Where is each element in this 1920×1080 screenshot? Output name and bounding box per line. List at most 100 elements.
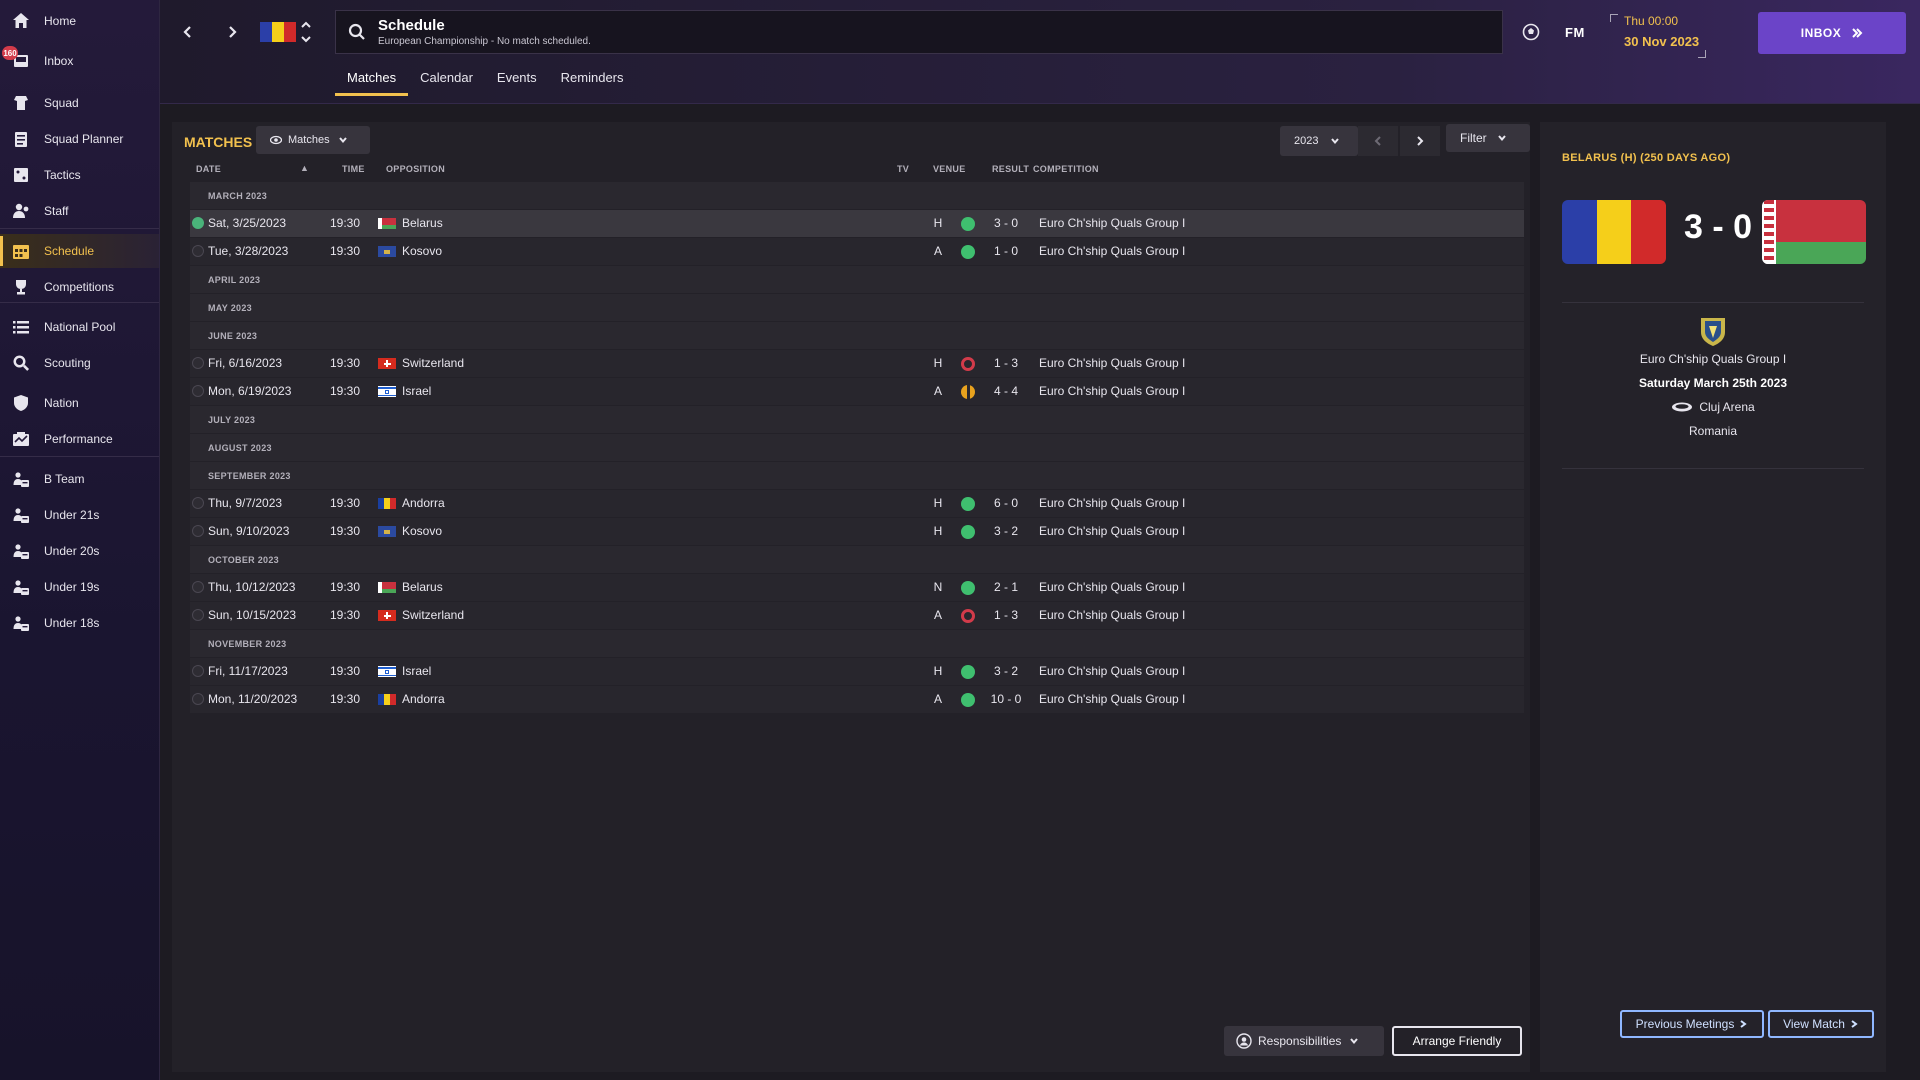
row-select-checkbox[interactable]: [192, 693, 204, 705]
row-select-checkbox[interactable]: [192, 385, 204, 397]
match-competition[interactable]: Euro Ch'ship Quals Group I: [1039, 524, 1185, 538]
match-row[interactable]: Mon, 6/19/2023 19:30 Israel A 4 - 4 Euro Ch's…: [190, 378, 1524, 405]
opponent-name[interactable]: Kosovo: [402, 244, 442, 258]
row-select-checkbox[interactable]: [192, 357, 204, 369]
prev-year-button[interactable]: [1358, 126, 1398, 156]
row-select-checkbox[interactable]: [192, 665, 204, 677]
tab-events[interactable]: Events: [485, 70, 549, 96]
forward-button[interactable]: [220, 20, 244, 44]
opponent-name[interactable]: Belarus: [402, 580, 443, 594]
opponent-name[interactable]: Israel: [402, 664, 431, 678]
filter-dropdown[interactable]: Filter: [1446, 124, 1530, 152]
search-box[interactable]: Schedule European Championship - No matc…: [335, 10, 1503, 54]
sidebar-item-home[interactable]: Home: [0, 4, 159, 38]
tab-matches[interactable]: Matches: [335, 70, 409, 96]
opponent-name[interactable]: Belarus: [402, 216, 443, 230]
back-button[interactable]: [176, 20, 200, 44]
col-tv[interactable]: TV: [897, 164, 909, 174]
opponent-name[interactable]: Kosovo: [402, 524, 442, 538]
col-date[interactable]: DATE: [196, 164, 221, 174]
fm-button[interactable]: FM: [1565, 25, 1585, 40]
opponent-name[interactable]: Andorra: [402, 496, 445, 510]
match-score[interactable]: 3 - 0: [978, 216, 1034, 230]
row-select-checkbox[interactable]: [192, 497, 204, 509]
sidebar-item-national-pool[interactable]: National Pool: [0, 310, 159, 344]
sidebar-item-nation[interactable]: Nation: [0, 386, 159, 420]
match-competition[interactable]: Euro Ch'ship Quals Group I: [1039, 356, 1185, 370]
match-row[interactable]: Sat, 3/25/2023 19:30 Belarus H 3 - 0 Euro Ch'…: [190, 210, 1524, 237]
row-select-checkbox[interactable]: [192, 525, 204, 537]
row-select-checkbox[interactable]: [192, 217, 204, 229]
detail-title: BELARUS (H) (250 DAYS AGO): [1562, 152, 1731, 164]
sidebar-item-tactics[interactable]: Tactics: [0, 158, 159, 192]
col-competition[interactable]: COMPETITION: [1033, 164, 1099, 174]
sidebar-item-under-20s[interactable]: Under 20s: [0, 534, 159, 568]
match-competition[interactable]: Euro Ch'ship Quals Group I: [1039, 692, 1185, 706]
match-row[interactable]: Fri, 11/17/2023 19:30 Israel H 3 - 2 Euro Ch'…: [190, 658, 1524, 685]
match-score[interactable]: 2 - 1: [978, 580, 1034, 594]
opponent-name[interactable]: Switzerland: [402, 608, 464, 622]
row-select-checkbox[interactable]: [192, 609, 204, 621]
arrange-friendly-button[interactable]: Arrange Friendly: [1392, 1026, 1522, 1056]
sidebar-item-b-team[interactable]: B Team: [0, 462, 159, 496]
match-competition[interactable]: Euro Ch'ship Quals Group I: [1039, 580, 1185, 594]
sidebar-item-squad-planner[interactable]: Squad Planner: [0, 122, 159, 156]
match-competition[interactable]: Euro Ch'ship Quals Group I: [1039, 384, 1185, 398]
match-competition[interactable]: Euro Ch'ship Quals Group I: [1039, 664, 1185, 678]
game-date[interactable]: Thu 00:00 30 Nov 2023: [1610, 14, 1706, 58]
match-score[interactable]: 3 - 2: [978, 524, 1034, 538]
inbox-continue-button[interactable]: INBOX: [1758, 12, 1906, 54]
match-score[interactable]: 10 - 0: [978, 692, 1034, 706]
next-year-button[interactable]: [1400, 126, 1440, 156]
sidebar-item-staff[interactable]: Staff: [0, 194, 159, 228]
tab-calendar[interactable]: Calendar: [408, 70, 485, 96]
match-score[interactable]: 1 - 0: [978, 244, 1034, 258]
match-competition[interactable]: Euro Ch'ship Quals Group I: [1039, 608, 1185, 622]
team-flag-icon[interactable]: [260, 22, 296, 42]
match-row[interactable]: Thu, 9/7/2023 19:30 Andorra H 6 - 0 Euro Ch's…: [190, 490, 1524, 517]
match-row[interactable]: Fri, 6/16/2023 19:30 Switzerland H 1 - 3 Euro…: [190, 350, 1524, 377]
tab-reminders[interactable]: Reminders: [549, 70, 636, 96]
col-opposition[interactable]: OPPOSITION: [386, 164, 445, 174]
sidebar-item-competitions[interactable]: Competitions: [0, 270, 159, 304]
sidebar-item-squad[interactable]: Squad: [0, 86, 159, 120]
match-competition[interactable]: Euro Ch'ship Quals Group I: [1039, 496, 1185, 510]
view-match-button[interactable]: View Match: [1768, 1010, 1874, 1038]
previous-meetings-button[interactable]: Previous Meetings: [1620, 1010, 1764, 1038]
row-select-checkbox[interactable]: [192, 581, 204, 593]
sidebar-item-under-21s[interactable]: Under 21s: [0, 498, 159, 532]
opponent-name[interactable]: Andorra: [402, 692, 445, 706]
performance-icon: [12, 430, 30, 448]
match-competition[interactable]: Euro Ch'ship Quals Group I: [1039, 216, 1185, 230]
opponent-name[interactable]: Switzerland: [402, 356, 464, 370]
responsibilities-dropdown[interactable]: Responsibilities: [1224, 1026, 1384, 1056]
match-row[interactable]: Sun, 9/10/2023 19:30 Kosovo H 3 - 2 Euro Ch's…: [190, 518, 1524, 545]
team-switch-arrows[interactable]: [300, 18, 312, 46]
col-result[interactable]: RESULT: [992, 164, 1029, 174]
ball-button[interactable]: [1521, 22, 1541, 42]
opponent-name[interactable]: Israel: [402, 384, 431, 398]
sidebar-item-under-19s[interactable]: Under 19s: [0, 570, 159, 604]
match-score[interactable]: 1 - 3: [978, 356, 1034, 370]
match-score[interactable]: 1 - 3: [978, 608, 1034, 622]
col-venue[interactable]: VENUE: [933, 164, 966, 174]
sidebar-item-inbox[interactable]: Inbox: [0, 44, 159, 78]
year-dropdown[interactable]: 2023: [1280, 126, 1358, 156]
match-score[interactable]: 4 - 4: [978, 384, 1034, 398]
view-dropdown[interactable]: Matches: [256, 126, 370, 154]
row-select-checkbox[interactable]: [192, 245, 204, 257]
match-row[interactable]: Sun, 10/15/2023 19:30 Switzerland A 1 - 3 Eur…: [190, 602, 1524, 629]
match-score[interactable]: 3 - 2: [978, 664, 1034, 678]
col-time[interactable]: TIME: [342, 164, 365, 174]
sidebar-item-under-18s[interactable]: Under 18s: [0, 606, 159, 640]
view-match-label: View Match: [1783, 1017, 1845, 1031]
football-icon: [1522, 23, 1540, 41]
sidebar-item-scouting[interactable]: Scouting: [0, 346, 159, 380]
match-row[interactable]: Mon, 11/20/2023 19:30 Andorra A 10 - 0 Euro C…: [190, 686, 1524, 713]
match-competition[interactable]: Euro Ch'ship Quals Group I: [1039, 244, 1185, 258]
sidebar-item-performance[interactable]: Performance: [0, 422, 159, 456]
match-row[interactable]: Thu, 10/12/2023 19:30 Belarus N 2 - 1 Euro Ch…: [190, 574, 1524, 601]
sidebar-item-schedule[interactable]: Schedule: [0, 234, 159, 268]
match-row[interactable]: Tue, 3/28/2023 19:30 Kosovo A 1 - 0 Euro Ch's…: [190, 238, 1524, 265]
match-score[interactable]: 6 - 0: [978, 496, 1034, 510]
